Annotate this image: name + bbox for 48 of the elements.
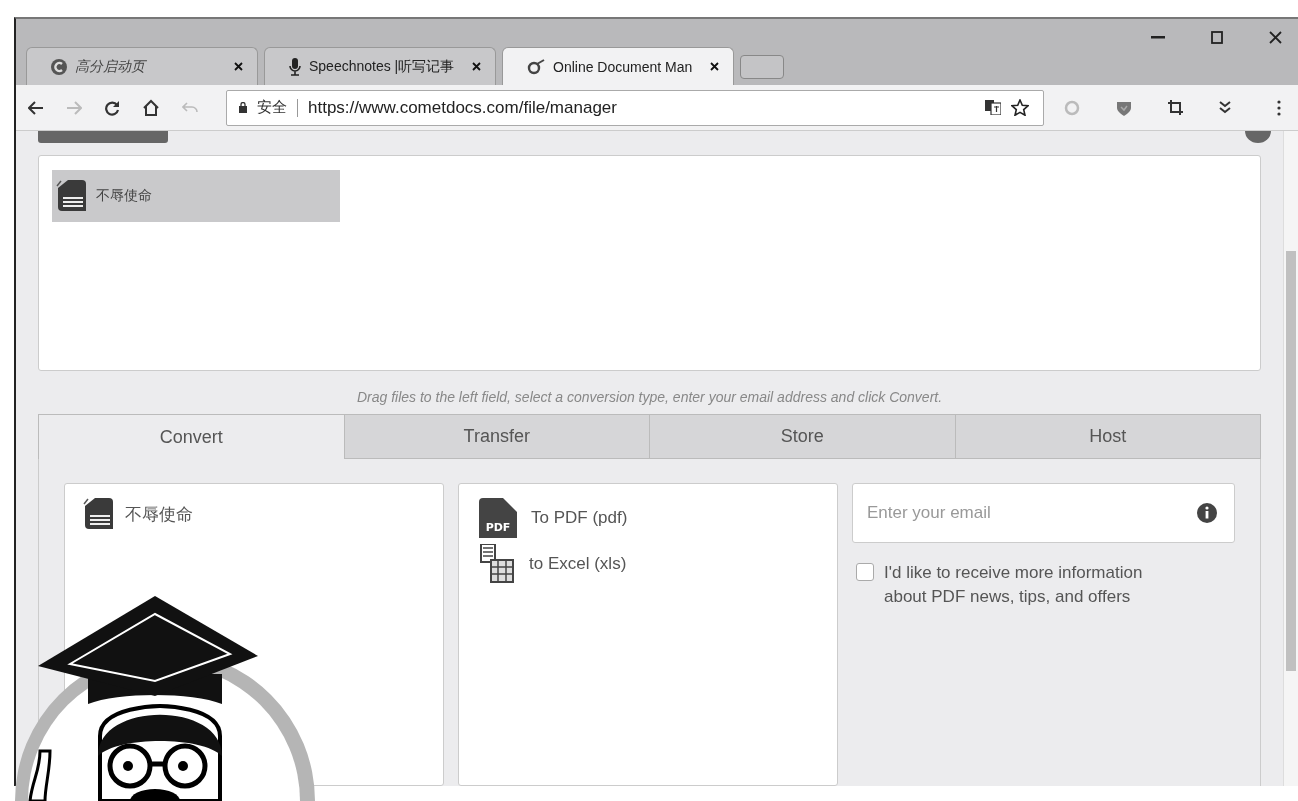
instruction-text: Drag files to the left field, select a conversion type, enter your email address and click Convert.	[355, 388, 944, 407]
close-icon[interactable]	[234, 62, 243, 71]
scrollbar[interactable]	[1283, 131, 1298, 786]
url-text: https://www.cometdocs.com/file/manager	[308, 97, 617, 118]
conversion-option[interactable]: to Excel (xls)	[529, 554, 627, 574]
close-icon[interactable]	[472, 62, 481, 71]
comet-logo-icon	[527, 58, 545, 75]
tab-title: 高分启动页	[75, 57, 148, 76]
document-icon	[83, 498, 115, 531]
file-name: 不辱使命	[125, 504, 193, 526]
shield-icon[interactable]	[1116, 99, 1132, 116]
document-icon	[56, 179, 88, 213]
lock-icon	[239, 102, 247, 113]
newsletter-label: I'd like to receive more information about PDF news, tips, and offers	[884, 562, 1144, 608]
close-icon[interactable]	[1269, 31, 1282, 44]
pdf-icon-label: PDF	[485, 521, 511, 534]
star-icon[interactable]	[1011, 99, 1029, 116]
email-field[interactable]: Enter your email	[852, 483, 1235, 543]
c-logo-icon	[51, 58, 67, 75]
crop-icon[interactable]	[1168, 100, 1183, 115]
browser-tab[interactable]: Speechnotes |听写记事	[264, 47, 496, 85]
address-bar[interactable]: 安全 https://www.cometdocs.com/file/manager	[226, 89, 1044, 126]
service-tab[interactable]: Transfer	[344, 414, 650, 459]
file-item[interactable]: 不辱使命	[52, 170, 340, 222]
service-tab[interactable]: Store	[650, 414, 956, 459]
home-icon[interactable]	[142, 99, 160, 116]
checkbox[interactable]	[856, 563, 874, 581]
scroll-thumb[interactable]	[1286, 251, 1296, 671]
spreadsheet-file-icon	[479, 544, 515, 584]
tab-title: Speechnotes |听写记事	[309, 57, 456, 76]
maximize-icon[interactable]	[1211, 31, 1223, 44]
double-chevron-icon[interactable]	[1219, 101, 1231, 114]
secure-label: 安全	[257, 98, 287, 117]
file-drop-area[interactable]: 不辱使命	[38, 155, 1261, 371]
minimize-icon[interactable]	[1151, 35, 1165, 40]
conversion-option[interactable]: To PDF (pdf)	[531, 508, 628, 528]
file-name: 不辱使命	[96, 187, 152, 205]
menu-icon[interactable]	[1277, 99, 1281, 116]
tab-title: Online Document Man	[553, 58, 694, 75]
reload-icon[interactable]	[104, 99, 120, 116]
translate-icon[interactable]	[985, 100, 1001, 115]
browser-tab[interactable]: Online Document Man	[502, 47, 734, 85]
service-tab[interactable]: Host	[955, 414, 1261, 459]
browser-tab[interactable]: 高分启动页	[26, 47, 258, 85]
back-arrow-icon[interactable]	[28, 100, 44, 115]
service-tab[interactable]: Convert	[38, 414, 345, 459]
microphone-icon	[289, 57, 301, 76]
close-icon[interactable]	[710, 62, 719, 71]
